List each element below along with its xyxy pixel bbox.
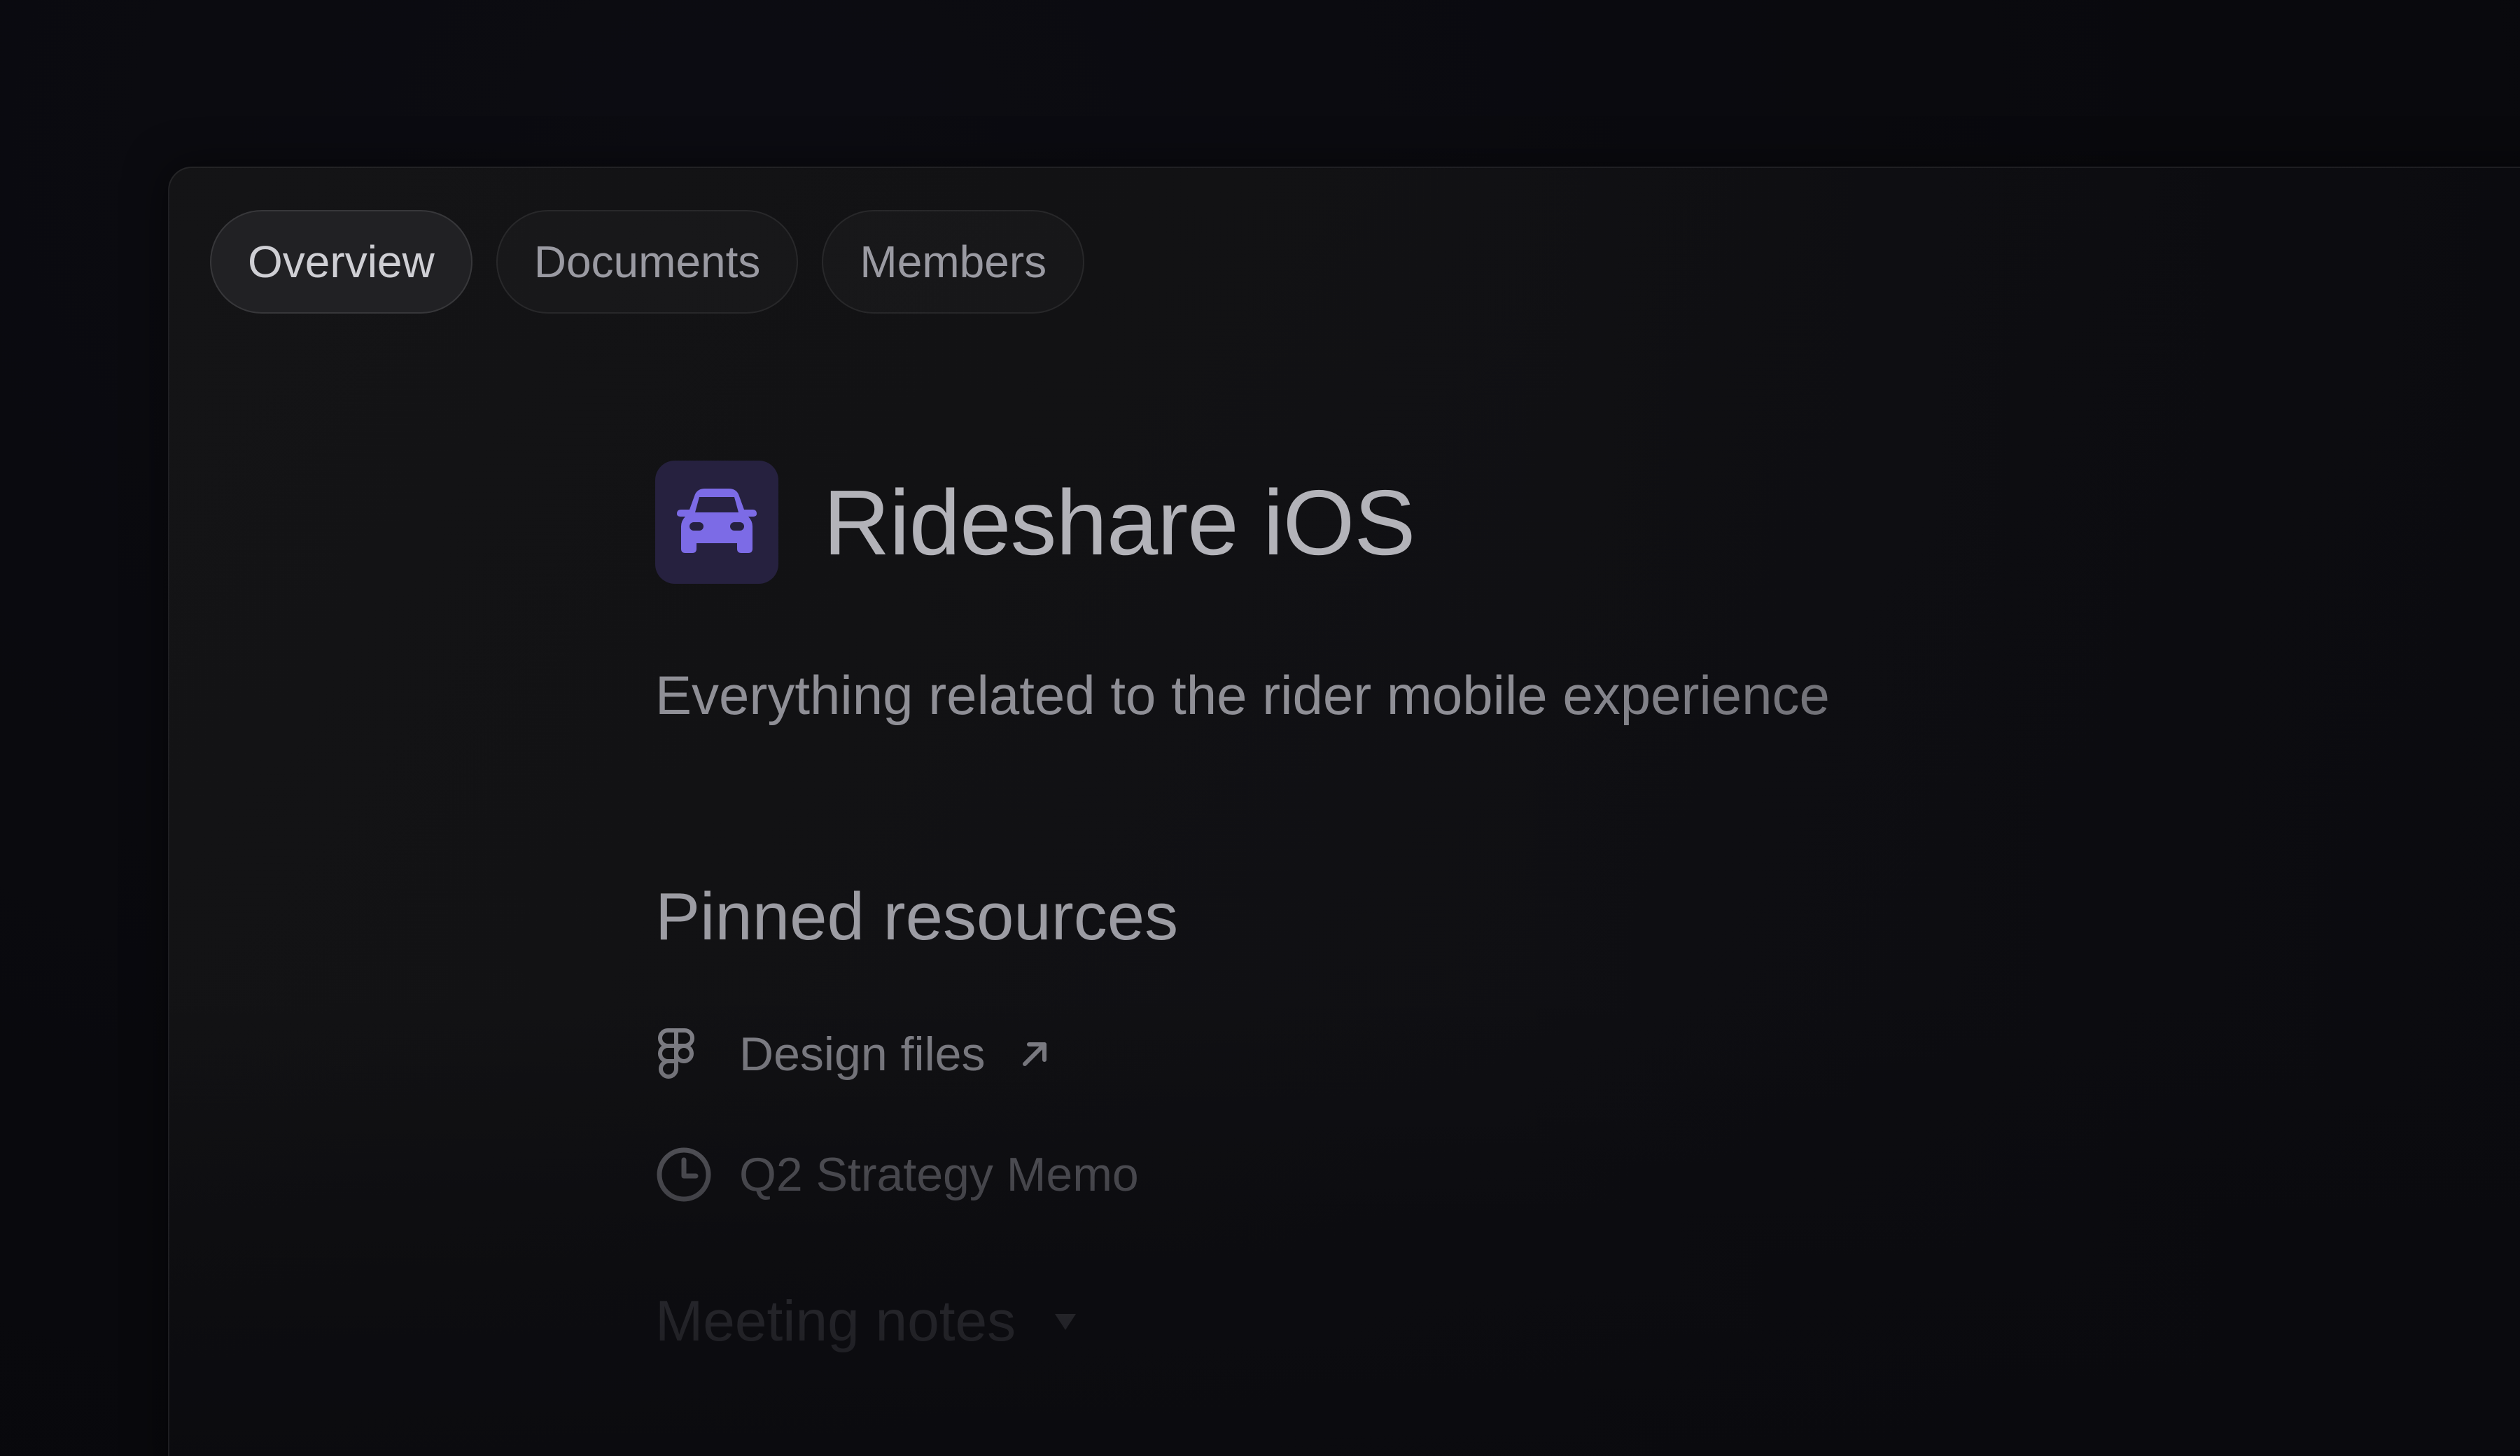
caret-down-icon bbox=[1054, 1312, 1077, 1331]
tab-overview[interactable]: Overview bbox=[210, 210, 472, 314]
figma-icon bbox=[655, 1024, 715, 1084]
app-background: Overview Documents Members Rideshare iOS… bbox=[0, 0, 2520, 1456]
tab-bar: Overview Documents Members bbox=[210, 210, 1085, 314]
page-title: Rideshare iOS bbox=[823, 470, 1415, 574]
meeting-notes-label: Meeting notes bbox=[655, 1289, 1016, 1353]
project-description[interactable]: Everything related to the rider mobile e… bbox=[655, 664, 1830, 727]
resource-label: Design files bbox=[739, 1028, 986, 1081]
project-overview: Rideshare iOS Everything related to the … bbox=[655, 461, 1830, 1354]
resource-design-files[interactable]: Design files bbox=[655, 1023, 1830, 1086]
clock-icon bbox=[655, 1144, 715, 1205]
tab-members[interactable]: Members bbox=[822, 210, 1085, 314]
external-link-icon bbox=[1019, 1039, 1050, 1070]
resource-q2-strategy-memo[interactable]: Q2 Strategy Memo bbox=[655, 1143, 1830, 1206]
project-panel: Overview Documents Members Rideshare iOS… bbox=[168, 167, 2520, 1456]
resource-label: Q2 Strategy Memo bbox=[739, 1148, 1139, 1201]
car-icon bbox=[677, 489, 757, 553]
project-icon[interactable] bbox=[655, 461, 778, 584]
pinned-resources-heading: Pinned resources bbox=[655, 879, 1179, 954]
meeting-notes-toggle[interactable]: Meeting notes bbox=[655, 1289, 1830, 1354]
tab-documents[interactable]: Documents bbox=[496, 210, 799, 314]
project-header: Rideshare iOS bbox=[655, 461, 1830, 584]
